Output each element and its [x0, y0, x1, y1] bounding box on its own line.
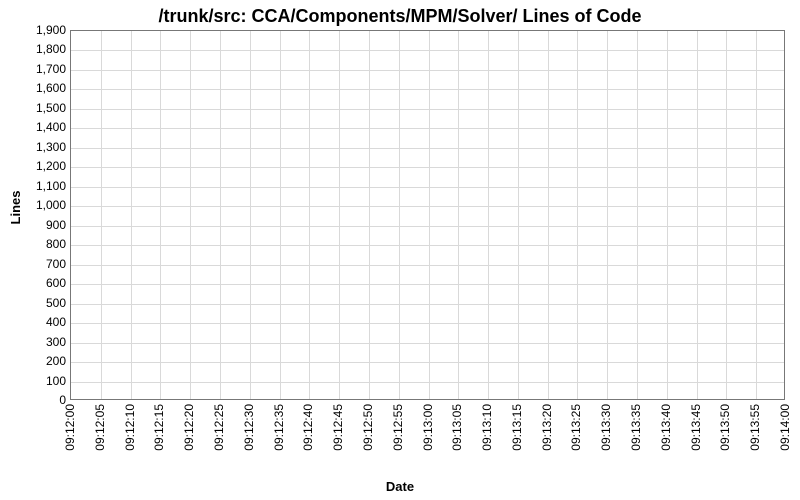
gridline-h — [71, 304, 784, 305]
gridline-h — [71, 245, 784, 246]
gridline-v — [637, 31, 638, 399]
gridline-v — [488, 31, 489, 399]
gridline-v — [131, 31, 132, 399]
x-tick-label: 09:13:15 — [510, 404, 524, 451]
gridline-v — [697, 31, 698, 399]
gridline-h — [71, 206, 784, 207]
gridline-v — [607, 31, 608, 399]
y-tick-label: 1,600 — [16, 81, 66, 95]
gridline-v — [280, 31, 281, 399]
gridline-v — [458, 31, 459, 399]
plot-area — [70, 30, 785, 400]
y-tick-label: 700 — [16, 257, 66, 271]
x-tick-label: 09:13:40 — [659, 404, 673, 451]
x-tick-label: 09:13:30 — [599, 404, 613, 451]
gridline-v — [726, 31, 727, 399]
gridline-v — [250, 31, 251, 399]
y-tick-label: 1,100 — [16, 179, 66, 193]
gridline-h — [71, 89, 784, 90]
gridline-v — [399, 31, 400, 399]
gridline-h — [71, 265, 784, 266]
y-tick-label: 1,900 — [16, 23, 66, 37]
y-tick-label: 400 — [16, 315, 66, 329]
gridline-v — [369, 31, 370, 399]
gridline-v — [667, 31, 668, 399]
x-tick-label: 09:12:35 — [272, 404, 286, 451]
y-tick-label: 1,000 — [16, 198, 66, 212]
y-tick-label: 900 — [16, 218, 66, 232]
y-tick-label: 500 — [16, 296, 66, 310]
gridline-h — [71, 226, 784, 227]
gridline-v — [756, 31, 757, 399]
x-tick-label: 09:13:45 — [689, 404, 703, 451]
x-tick-label: 09:12:05 — [93, 404, 107, 451]
x-tick-label: 09:12:40 — [301, 404, 315, 451]
gridline-v — [548, 31, 549, 399]
x-tick-label: 09:13:20 — [540, 404, 554, 451]
y-tick-label: 1,500 — [16, 101, 66, 115]
x-tick-label: 09:12:45 — [331, 404, 345, 451]
x-tick-label: 09:12:25 — [212, 404, 226, 451]
y-tick-label: 600 — [16, 276, 66, 290]
y-tick-label: 300 — [16, 335, 66, 349]
x-tick-label: 09:12:00 — [63, 404, 77, 451]
gridline-v — [518, 31, 519, 399]
x-tick-label: 09:14:00 — [778, 404, 792, 451]
gridline-h — [71, 50, 784, 51]
x-tick-label: 09:13:00 — [421, 404, 435, 451]
gridline-h — [71, 187, 784, 188]
x-axis-label: Date — [0, 479, 800, 494]
x-tick-label: 09:13:10 — [480, 404, 494, 451]
x-tick-label: 09:12:10 — [123, 404, 137, 451]
y-tick-label: 1,300 — [16, 140, 66, 154]
gridline-v — [309, 31, 310, 399]
gridline-v — [429, 31, 430, 399]
gridline-h — [71, 382, 784, 383]
gridline-h — [71, 323, 784, 324]
x-tick-label: 09:13:25 — [569, 404, 583, 451]
x-tick-label: 09:13:50 — [718, 404, 732, 451]
y-tick-label: 100 — [16, 374, 66, 388]
gridline-v — [190, 31, 191, 399]
y-tick-label: 200 — [16, 354, 66, 368]
y-tick-label: 1,700 — [16, 62, 66, 76]
gridline-h — [71, 343, 784, 344]
gridline-h — [71, 128, 784, 129]
x-tick-label: 09:12:20 — [182, 404, 196, 451]
x-tick-label: 09:12:30 — [242, 404, 256, 451]
gridline-h — [71, 167, 784, 168]
y-tick-label: 1,400 — [16, 120, 66, 134]
x-tick-label: 09:12:55 — [391, 404, 405, 451]
gridline-h — [71, 148, 784, 149]
chart-container: /trunk/src: CCA/Components/MPM/Solver/ L… — [0, 0, 800, 500]
y-tick-label: 0 — [16, 393, 66, 407]
y-tick-label: 1,800 — [16, 42, 66, 56]
x-tick-label: 09:12:50 — [361, 404, 375, 451]
gridline-v — [220, 31, 221, 399]
x-tick-label: 09:13:05 — [450, 404, 464, 451]
y-tick-label: 1,200 — [16, 159, 66, 173]
gridline-h — [71, 109, 784, 110]
gridline-h — [71, 284, 784, 285]
chart-title: /trunk/src: CCA/Components/MPM/Solver/ L… — [0, 6, 800, 27]
gridline-v — [101, 31, 102, 399]
gridline-h — [71, 70, 784, 71]
gridline-v — [339, 31, 340, 399]
x-tick-label: 09:13:55 — [748, 404, 762, 451]
gridline-v — [160, 31, 161, 399]
gridline-v — [577, 31, 578, 399]
x-tick-label: 09:13:35 — [629, 404, 643, 451]
y-tick-label: 800 — [16, 237, 66, 251]
gridline-h — [71, 362, 784, 363]
x-tick-label: 09:12:15 — [152, 404, 166, 451]
